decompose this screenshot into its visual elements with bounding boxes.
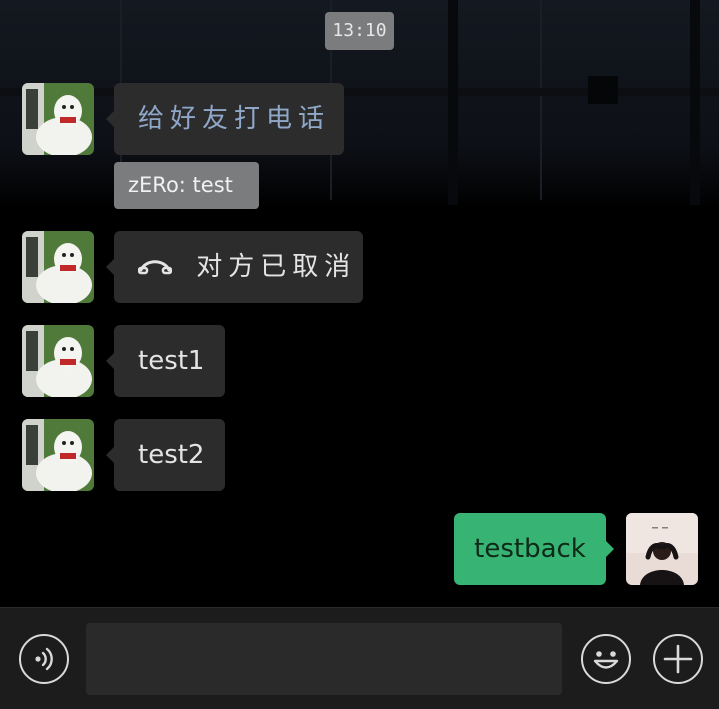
- message-text: test1: [138, 346, 205, 376]
- message-input[interactable]: [86, 623, 562, 695]
- message-bubble[interactable]: test1: [106, 325, 225, 397]
- my-avatar[interactable]: [626, 513, 698, 585]
- outgoing-message-bubble[interactable]: testback: [454, 513, 614, 585]
- input-bar: [0, 607, 719, 709]
- contact-avatar[interactable]: [22, 231, 94, 303]
- hangup-icon: [137, 232, 173, 304]
- message-text: 对方已取消: [196, 252, 357, 282]
- contact-avatar[interactable]: [22, 419, 94, 491]
- message-text: test2: [138, 440, 205, 470]
- voice-icon: [21, 636, 67, 686]
- emoji-button[interactable]: [581, 634, 631, 684]
- message-bubble[interactable]: 给好友打电话: [106, 83, 344, 155]
- message-text: 给好友打电话: [138, 104, 331, 134]
- message-text: testback: [474, 534, 586, 564]
- contact-avatar[interactable]: [22, 83, 94, 155]
- plus-icon: [655, 636, 701, 686]
- emoji-icon: [583, 636, 629, 686]
- timestamp-chip: 13:10: [325, 12, 394, 50]
- message-bubble[interactable]: 对方已取消: [106, 231, 363, 304]
- sender-label: zERo: test: [114, 162, 259, 209]
- voice-button[interactable]: [19, 634, 69, 684]
- contact-avatar[interactable]: [22, 325, 94, 397]
- more-button[interactable]: [653, 634, 703, 684]
- message-bubble[interactable]: test2: [106, 419, 225, 491]
